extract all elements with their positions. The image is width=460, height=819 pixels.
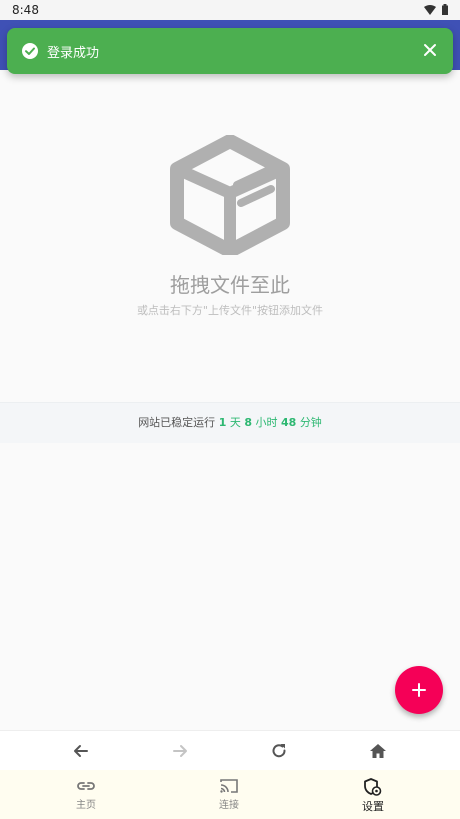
tab-settings-label: 设置 — [362, 800, 384, 813]
plus-icon — [412, 683, 426, 697]
check-circle-icon — [22, 43, 38, 59]
box-icon — [170, 135, 290, 255]
status-icons — [424, 4, 448, 15]
close-icon[interactable] — [421, 41, 439, 59]
status-time: 8:48 — [12, 3, 39, 17]
cast-icon — [220, 779, 238, 793]
home-icon[interactable] — [368, 741, 388, 761]
wifi-icon — [424, 4, 436, 15]
uptime-minutes-unit: 分钟 — [299, 416, 322, 429]
browser-nav-bar — [0, 730, 460, 771]
uptime-banner: 网站已稳定运行 1 天 8 小时 48 分钟 — [0, 402, 460, 443]
uptime-hours-unit: 小时 — [255, 416, 278, 429]
bottom-nav: 主页 连接 设置 — [0, 770, 460, 819]
tab-home[interactable]: 主页 — [51, 778, 121, 811]
empty-title: 拖拽文件至此 — [170, 273, 290, 297]
uptime-minutes: 48 — [281, 416, 297, 429]
tab-connect[interactable]: 连接 — [194, 778, 264, 811]
uptime-prefix: 网站已稳定运行 — [138, 416, 216, 429]
refresh-icon[interactable] — [269, 741, 289, 761]
empty-subtitle: 或点击右下方"上传文件"按钮添加文件 — [136, 304, 324, 317]
drop-zone[interactable]: 拖拽文件至此 或点击右下方"上传文件"按钮添加文件 — [0, 135, 460, 318]
forward-arrow-icon[interactable] — [170, 741, 190, 761]
uptime-days-unit: 天 — [229, 416, 241, 429]
toast-message: 登录成功 — [47, 45, 100, 61]
uptime-days: 1 — [218, 416, 227, 429]
settings-shield-icon — [364, 778, 382, 796]
back-arrow-icon[interactable] — [71, 741, 91, 761]
success-toast: 登录成功 — [7, 28, 453, 74]
upload-fab[interactable] — [395, 666, 443, 714]
uptime-hours: 8 — [244, 416, 252, 429]
tab-settings[interactable]: 设置 — [338, 778, 408, 814]
tab-connect-label: 连接 — [219, 800, 239, 811]
status-bar: 8:48 — [0, 0, 460, 20]
tab-home-label: 主页 — [76, 800, 96, 811]
link-icon — [77, 782, 95, 790]
battery-icon — [442, 4, 448, 15]
